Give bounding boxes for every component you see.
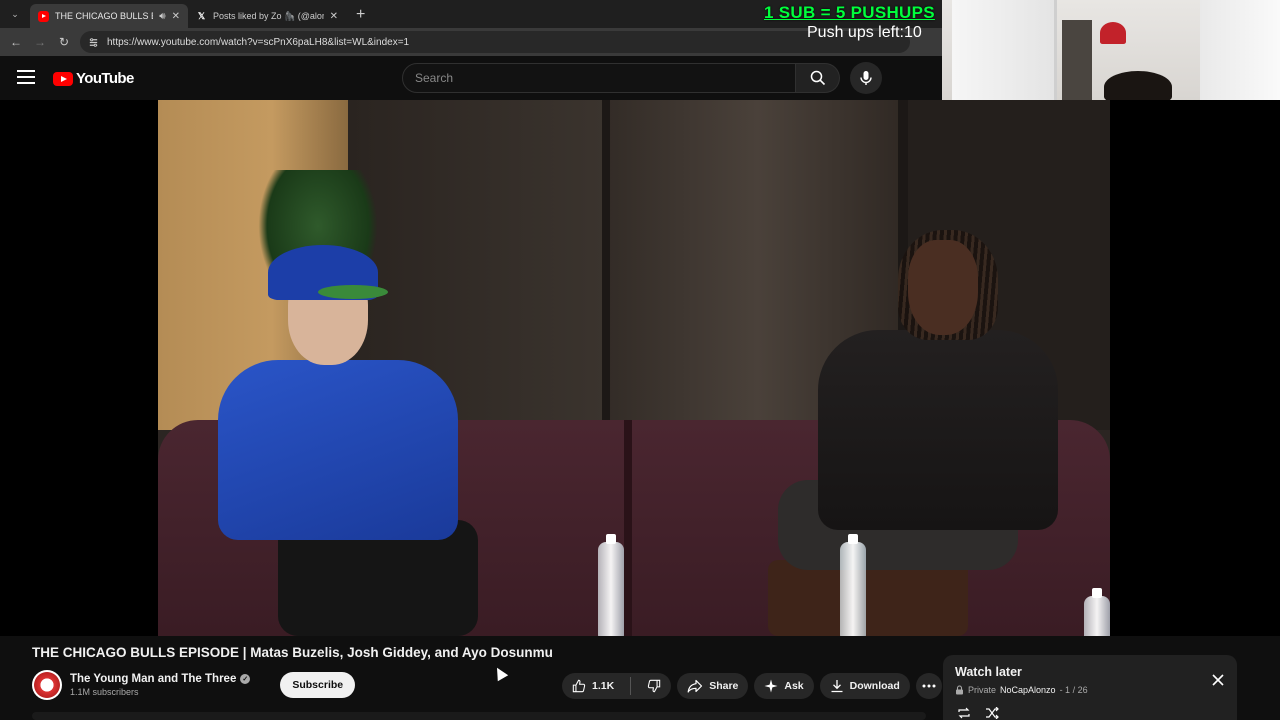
- playlist-meta: Private NoCapAlonzo - 1 / 26: [955, 685, 1225, 695]
- thumbs-up-icon: [572, 679, 586, 693]
- menu-icon[interactable]: [17, 70, 35, 84]
- download-icon: [831, 680, 843, 693]
- tab-x-posts[interactable]: 𝕏 Posts liked by Zo 🦍 (@alonzo ✕: [188, 4, 346, 28]
- search-icon: [810, 70, 825, 86]
- sub-pushup-overlay: 1 SUB = 5 PUSHUPS: [764, 3, 935, 22]
- tab-title: THE CHICAGO BULLS EPISODE: [55, 11, 153, 21]
- back-arrow-icon[interactable]: ←: [6, 32, 26, 52]
- webcam-red-cap: [1100, 22, 1126, 44]
- channel-row: The Young Man and The Three ✓ 1.1M subsc…: [32, 670, 356, 700]
- youtube-wordmark: YouTube: [76, 70, 134, 87]
- water-bottle: [598, 534, 624, 636]
- video-couch-divider: [624, 420, 632, 636]
- x-favicon-icon: 𝕏: [197, 10, 206, 21]
- address-bar[interactable]: https://www.youtube.com/watch?v=scPnX6pa…: [80, 31, 910, 53]
- person-right-head: [908, 240, 978, 335]
- subscriber-count: 1.1M subscribers: [70, 687, 139, 697]
- channel-info: The Young Man and The Three ✓ 1.1M subsc…: [70, 673, 251, 697]
- share-button[interactable]: Share: [677, 673, 749, 699]
- like-button[interactable]: 1.1K: [562, 673, 624, 699]
- close-tab-icon[interactable]: ✕: [330, 11, 338, 22]
- youtube-logo[interactable]: YouTube: [53, 70, 134, 87]
- youtube-play-logo-icon: [53, 71, 73, 86]
- subscribe-button[interactable]: Subscribe: [280, 672, 356, 698]
- like-dislike-group: 1.1K: [562, 673, 672, 699]
- water-bottle: [1084, 588, 1110, 636]
- site-info-icon[interactable]: [88, 37, 99, 48]
- streamer-hair: [1104, 71, 1172, 103]
- lock-icon: [956, 685, 963, 695]
- ask-button[interactable]: Ask: [754, 673, 814, 699]
- more-horizontal-icon: [922, 684, 936, 688]
- watch-later-playlist-panel: Watch later Private NoCapAlonzo - 1 / 26: [943, 655, 1237, 720]
- share-arrow-icon: [687, 679, 703, 693]
- playlist-owner[interactable]: NoCapAlonzo: [1000, 685, 1056, 695]
- video-actions: 1.1K Share Ask Download: [562, 673, 942, 699]
- more-actions-button[interactable]: [915, 673, 942, 699]
- playlist-position: - 1 / 26: [1059, 685, 1088, 695]
- tab-title: Posts liked by Zo 🦍 (@alonzo: [213, 10, 324, 21]
- browser-toolbar: ← → ↻ https://www.youtube.com/watch?v=sc…: [0, 28, 942, 56]
- playlist-controls: [957, 707, 999, 719]
- search-input[interactable]: [402, 63, 796, 93]
- verified-check-icon: ✓: [240, 674, 251, 684]
- download-button[interactable]: Download: [819, 673, 910, 699]
- like-divider: [630, 677, 632, 695]
- description-box-edge: [32, 712, 926, 720]
- channel-avatar[interactable]: [32, 670, 62, 700]
- water-bottle: [840, 534, 866, 636]
- person-right-body: [818, 330, 1058, 530]
- like-count: 1.1K: [592, 680, 615, 692]
- video-frame[interactable]: [158, 100, 1110, 636]
- new-tab-button[interactable]: +: [356, 6, 365, 24]
- video-title: THE CHICAGO BULLS EPISODE | Matas Buzeli…: [32, 645, 553, 660]
- person-left-cap-brim: [318, 285, 388, 299]
- thumbs-down-icon: [648, 679, 661, 693]
- ask-label: Ask: [784, 680, 804, 692]
- youtube-favicon-icon: [38, 10, 49, 22]
- tab-search-button[interactable]: ⌄: [6, 5, 24, 23]
- channel-name[interactable]: The Young Man and The Three ✓: [70, 673, 251, 685]
- voice-search-button[interactable]: [850, 62, 882, 94]
- video-player[interactable]: [0, 100, 1280, 636]
- pushups-left-overlay: Push ups left:10: [807, 24, 922, 41]
- person-right-legs: [768, 560, 968, 636]
- playlist-privacy: Private: [968, 685, 997, 695]
- shuffle-icon[interactable]: [985, 707, 999, 719]
- search-bar: [402, 63, 840, 93]
- reload-icon[interactable]: ↻: [54, 32, 74, 52]
- close-playlist-icon[interactable]: [1211, 673, 1225, 687]
- video-pillar: [602, 100, 610, 430]
- forward-arrow-icon[interactable]: →: [30, 32, 50, 52]
- youtube-header: YouTube: [0, 56, 942, 100]
- playlist-title[interactable]: Watch later: [955, 665, 1225, 679]
- search-button[interactable]: [796, 63, 840, 93]
- tab-youtube[interactable]: THE CHICAGO BULLS EPISODE 🔊︎ ✕: [30, 4, 188, 28]
- channel-name-text[interactable]: The Young Man and The Three: [70, 673, 236, 685]
- person-left-jacket: [218, 360, 458, 540]
- video-person-left: [198, 230, 488, 636]
- download-label: Download: [849, 680, 900, 692]
- sparkle-icon: [764, 679, 778, 693]
- audio-playing-icon[interactable]: 🔊︎: [159, 11, 165, 22]
- dislike-button[interactable]: [637, 673, 671, 699]
- close-tab-icon[interactable]: ✕: [172, 11, 180, 22]
- url-text: https://www.youtube.com/watch?v=scPnX6pa…: [107, 36, 410, 48]
- screen: ⌄ THE CHICAGO BULLS EPISODE 🔊︎ ✕ 𝕏 Posts…: [0, 0, 1280, 720]
- share-label: Share: [709, 680, 739, 692]
- microphone-icon: [860, 71, 872, 85]
- video-person-right: [758, 230, 1078, 636]
- mouse-cursor: [491, 664, 509, 682]
- loop-icon[interactable]: [957, 707, 971, 719]
